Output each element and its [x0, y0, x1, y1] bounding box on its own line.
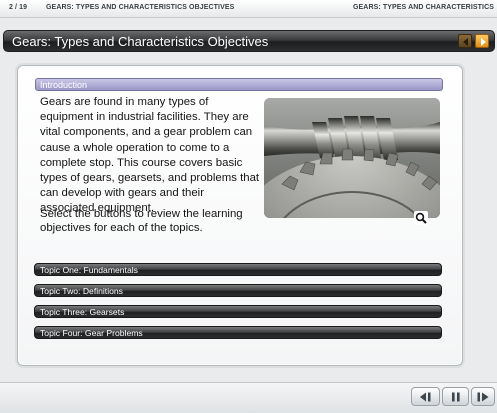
page-indicator: 2 / 19	[9, 4, 28, 11]
chevron-right-icon	[481, 38, 486, 46]
topic-three-button[interactable]: Topic Three: Gearsets	[34, 305, 442, 318]
zoom-button[interactable]	[414, 211, 428, 225]
topic-two-button[interactable]: Topic Two: Definitions	[34, 284, 442, 297]
rewind-button[interactable]	[411, 387, 440, 406]
instruction-text: Select the buttons to review the learnin…	[40, 208, 243, 234]
zoom-icon	[415, 212, 427, 224]
pause-button[interactable]	[442, 387, 469, 406]
chevron-left-icon	[463, 38, 468, 46]
gear-image[interactable]	[264, 98, 440, 218]
section-header-bar: Introduction	[35, 78, 443, 91]
course-title-left: GEARS: TYPES AND CHARACTERISTICS OBJECTI…	[46, 4, 235, 11]
gear-illustration	[264, 98, 440, 218]
topic-four-button[interactable]: Topic Four: Gear Problems	[34, 326, 442, 339]
topic-label: Topic Four: Gear Problems	[40, 328, 143, 338]
intro-paragraph: Gears are found in many types of equipme…	[40, 96, 260, 215]
course-title-right: GEARS: TYPES AND CHARACTERISTICS	[352, 4, 494, 11]
next-page-button[interactable]	[475, 34, 489, 48]
topic-one-button[interactable]: Topic One: Fundamentals	[34, 263, 442, 276]
rewind-icon	[419, 392, 430, 401]
topic-label: Topic Three: Gearsets	[40, 307, 125, 317]
previous-page-button[interactable]	[458, 34, 472, 48]
topic-label: Topic Two: Definitions	[40, 286, 123, 296]
title-bar: Gears: Types and Characteristics Objecti…	[3, 30, 495, 52]
section-label: Introduction	[40, 80, 88, 90]
top-header-strip: 2 / 19 GEARS: TYPES AND CHARACTERISTICS …	[0, 0, 497, 18]
fast-forward-icon	[477, 392, 489, 401]
fast-forward-button[interactable]	[471, 387, 495, 406]
topic-label: Topic One: Fundamentals	[40, 265, 138, 275]
pause-icon	[451, 392, 460, 401]
page-title: Gears: Types and Characteristics Objecti…	[12, 34, 269, 49]
